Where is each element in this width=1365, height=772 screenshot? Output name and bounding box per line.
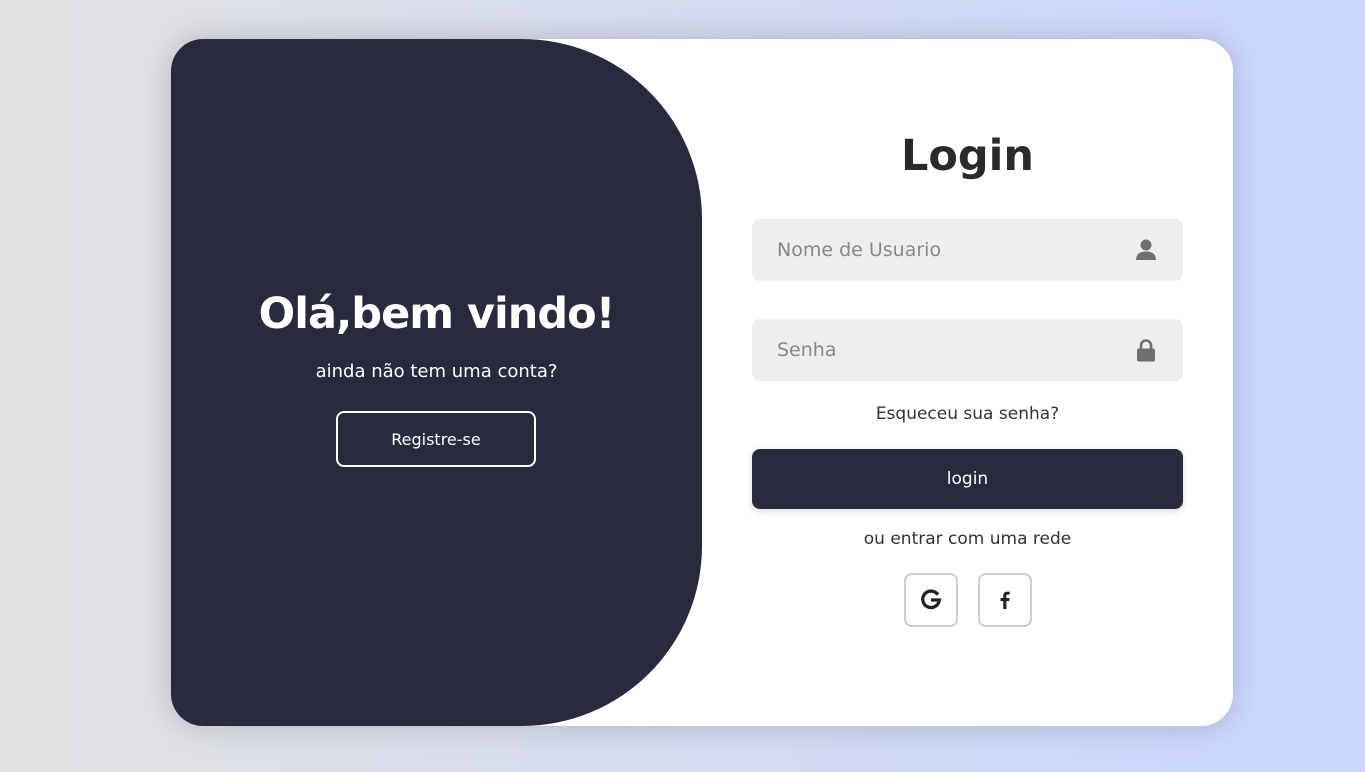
user-icon <box>1136 239 1156 260</box>
google-login-button[interactable] <box>903 573 958 627</box>
welcome-panel: Olá,bem vindo! ainda não tem uma conta? … <box>171 39 702 726</box>
welcome-subtitle: ainda não tem uma conta? <box>315 361 558 382</box>
facebook-icon <box>1000 591 1010 610</box>
login-button[interactable]: login <box>752 449 1183 509</box>
username-input[interactable] <box>752 219 1183 281</box>
login-title: Login <box>900 131 1035 181</box>
lock-icon <box>1137 339 1155 362</box>
password-field <box>752 319 1183 381</box>
password-input[interactable] <box>752 319 1183 381</box>
username-field <box>752 219 1183 281</box>
google-icon <box>920 589 941 610</box>
social-icons <box>752 573 1183 627</box>
welcome-title: Olá,bem vindo! <box>258 289 616 339</box>
social-login-text: ou entrar com uma rede <box>863 529 1072 549</box>
login-form: Login Esqueceu sua senha? login ou entra… <box>752 39 1183 726</box>
facebook-login-button[interactable] <box>977 573 1032 627</box>
register-button[interactable]: Registre-se <box>336 411 536 467</box>
login-card: Olá,bem vindo! ainda não tem uma conta? … <box>171 39 1233 726</box>
forgot-password-link[interactable]: Esqueceu sua senha? <box>752 404 1183 424</box>
